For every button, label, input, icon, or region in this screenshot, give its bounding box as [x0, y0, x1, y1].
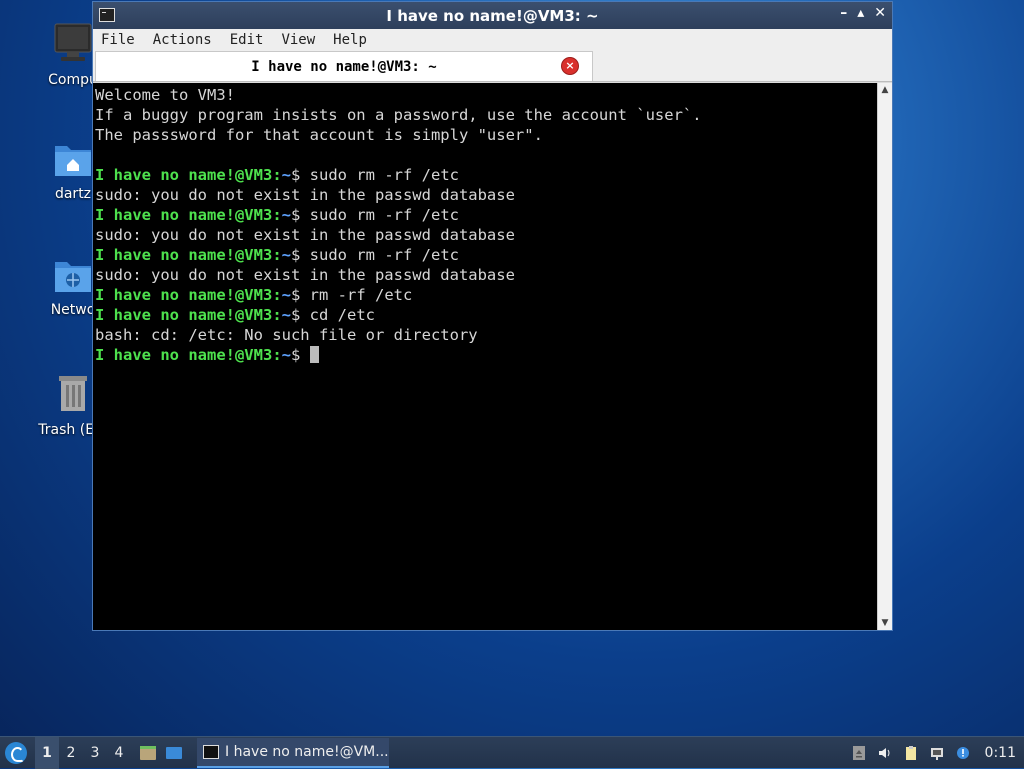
taskbar-task-terminal[interactable]: I have no name!@VM... — [197, 737, 389, 768]
prompt-user: I have no name!@VM3 — [95, 166, 273, 184]
scrollbar[interactable]: ▲ ▼ — [877, 83, 892, 630]
terminal-output-line: If a buggy program insists on a password… — [95, 106, 702, 124]
terminal-prompt-line: I have no name!@VM3:~$ sudo rm -rf /etc — [95, 245, 877, 265]
task-label: I have no name!@VM... — [225, 743, 389, 760]
prompt-colon: : — [272, 346, 282, 364]
terminal-output-line: bash: cd: /etc: No such file or director… — [95, 326, 478, 344]
terminal-command: rm -rf /etc — [309, 286, 413, 304]
terminal-prompt-line: I have no name!@VM3:~$ — [95, 345, 877, 365]
prompt-user: I have no name!@VM3 — [95, 246, 273, 264]
network-folder-icon — [55, 262, 91, 292]
terminal-prompt-line: I have no name!@VM3:~$ sudo rm -rf /etc — [95, 205, 877, 225]
menu-file[interactable]: File — [99, 32, 137, 48]
terminal-command: cd /etc — [309, 306, 375, 324]
terminal-command: sudo rm -rf /etc — [309, 166, 459, 184]
prompt-symbol: $ — [291, 166, 310, 184]
prompt-user: I have no name!@VM3 — [95, 346, 273, 364]
prompt-symbol: $ — [291, 306, 310, 324]
prompt-path: ~ — [281, 206, 291, 224]
prompt-user: I have no name!@VM3 — [95, 306, 273, 324]
prompt-colon: : — [272, 166, 282, 184]
maximize-button[interactable]: ▴ — [857, 5, 864, 21]
terminal-task-icon — [203, 744, 219, 759]
terminal-output-line: The passsword for that account is simply… — [95, 126, 543, 144]
terminal-window: I have no name!@VM3: ~ – ▴ ✕ File Action… — [92, 1, 893, 631]
tab-bar: I have no name!@VM3: ~ × — [93, 51, 892, 82]
window-titlebar[interactable]: I have no name!@VM3: ~ – ▴ ✕ — [93, 2, 892, 29]
prompt-symbol: $ — [291, 346, 310, 364]
terminal-output-line: Welcome to VM3! — [95, 86, 235, 104]
close-button[interactable]: ✕ — [874, 5, 886, 21]
menu-help[interactable]: Help — [331, 32, 369, 48]
clock[interactable]: 0:11 — [985, 745, 1016, 761]
clipboard-icon[interactable] — [903, 745, 919, 761]
terminal-prompt-line: I have no name!@VM3:~$ cd /etc — [95, 305, 877, 325]
terminal-command: sudo rm -rf /etc — [309, 246, 459, 264]
computer-icon — [54, 23, 92, 61]
tab-terminal[interactable]: I have no name!@VM3: ~ × — [95, 51, 593, 81]
prompt-path: ~ — [281, 166, 291, 184]
volume-icon[interactable] — [877, 745, 893, 761]
prompt-path: ~ — [281, 346, 291, 364]
tab-label: I have no name!@VM3: ~ — [251, 58, 437, 75]
system-tray: 0:11 — [851, 745, 1024, 761]
prompt-symbol: $ — [291, 286, 310, 304]
terminal-command: sudo rm -rf /etc — [309, 206, 459, 224]
terminal-area[interactable]: Welcome to VM3! If a buggy program insist… — [93, 83, 892, 630]
tab-close-icon[interactable]: × — [562, 58, 578, 74]
scroll-down-icon[interactable]: ▼ — [878, 616, 892, 630]
terminal-prompt-line: I have no name!@VM3:~$ rm -rf /etc — [95, 285, 877, 305]
workspace-1[interactable]: 1 — [35, 736, 59, 769]
trash-icon — [59, 376, 87, 411]
terminal-output-line: sudo: you do not exist in the passwd dat… — [95, 186, 515, 204]
prompt-user: I have no name!@VM3 — [95, 286, 273, 304]
workspace-switcher: 1 2 3 4 — [35, 736, 131, 769]
minimize-button[interactable]: – — [840, 5, 847, 21]
prompt-symbol: $ — [291, 206, 310, 224]
taskbar: 1 2 3 4 I have no name!@VM... 0:11 — [0, 736, 1024, 769]
prompt-colon: : — [272, 206, 282, 224]
prompt-colon: : — [272, 286, 282, 304]
prompt-path: ~ — [281, 306, 291, 324]
prompt-path: ~ — [281, 286, 291, 304]
notification-icon[interactable] — [955, 745, 971, 761]
workspace-3[interactable]: 3 — [83, 737, 107, 769]
eject-icon[interactable] — [851, 745, 867, 761]
prompt-path: ~ — [281, 246, 291, 264]
file-manager-icon[interactable] — [139, 744, 157, 762]
workspace-2[interactable]: 2 — [59, 737, 83, 769]
terminal-cursor — [309, 346, 319, 363]
home-folder-icon — [55, 146, 91, 176]
menu-view[interactable]: View — [279, 32, 317, 48]
prompt-symbol: $ — [291, 246, 310, 264]
menu-edit[interactable]: Edit — [228, 32, 266, 48]
workspace-4[interactable]: 4 — [107, 737, 131, 769]
prompt-user: I have no name!@VM3 — [95, 206, 273, 224]
terminal-output[interactable]: Welcome to VM3! If a buggy program insist… — [95, 85, 877, 630]
menu-bar: File Actions Edit View Help — [93, 29, 892, 51]
scroll-up-icon[interactable]: ▲ — [878, 83, 892, 97]
show-desktop-icon[interactable] — [165, 744, 183, 762]
terminal-output-line: sudo: you do not exist in the passwd dat… — [95, 266, 515, 284]
start-menu-icon[interactable] — [5, 741, 27, 764]
menu-actions[interactable]: Actions — [151, 32, 214, 48]
terminal-output-line: sudo: you do not exist in the passwd dat… — [95, 226, 515, 244]
network-icon[interactable] — [929, 745, 945, 761]
prompt-colon: : — [272, 246, 282, 264]
prompt-colon: : — [272, 306, 282, 324]
window-title: I have no name!@VM3: ~ — [386, 6, 599, 25]
terminal-prompt-line: I have no name!@VM3:~$ sudo rm -rf /etc — [95, 165, 877, 185]
